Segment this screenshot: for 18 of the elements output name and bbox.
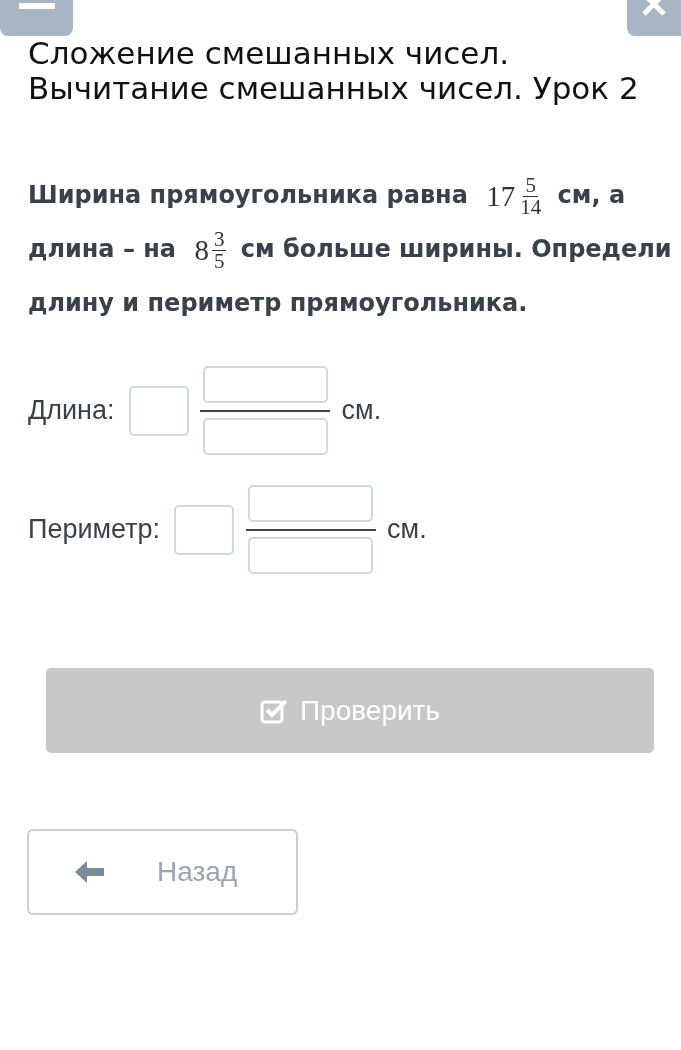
denominator-field[interactable] — [248, 537, 374, 574]
numerator-field[interactable] — [202, 366, 328, 403]
back-button[interactable]: Назад — [27, 829, 298, 915]
unit-label: см. — [387, 514, 427, 545]
menu-button[interactable] — [0, 0, 73, 36]
close-button[interactable] — [627, 0, 681, 36]
checkbox-icon — [260, 697, 288, 724]
lesson-title: Сложение смешанных чисел. Вычитание смешанных чисел. Урок 2 — [28, 36, 640, 106]
unit-label: см. — [341, 395, 382, 426]
whole-part-field[interactable] — [174, 504, 235, 555]
answer-label: Периметр: — [28, 514, 161, 545]
denominator-field[interactable] — [202, 418, 328, 455]
left-arrow-icon — [75, 860, 105, 884]
close-icon — [642, 0, 666, 16]
whole-part-field[interactable] — [128, 385, 189, 436]
menu-icon — [18, 3, 55, 9]
numerator-field[interactable] — [248, 485, 374, 522]
answer-label: Длина: — [28, 395, 115, 426]
